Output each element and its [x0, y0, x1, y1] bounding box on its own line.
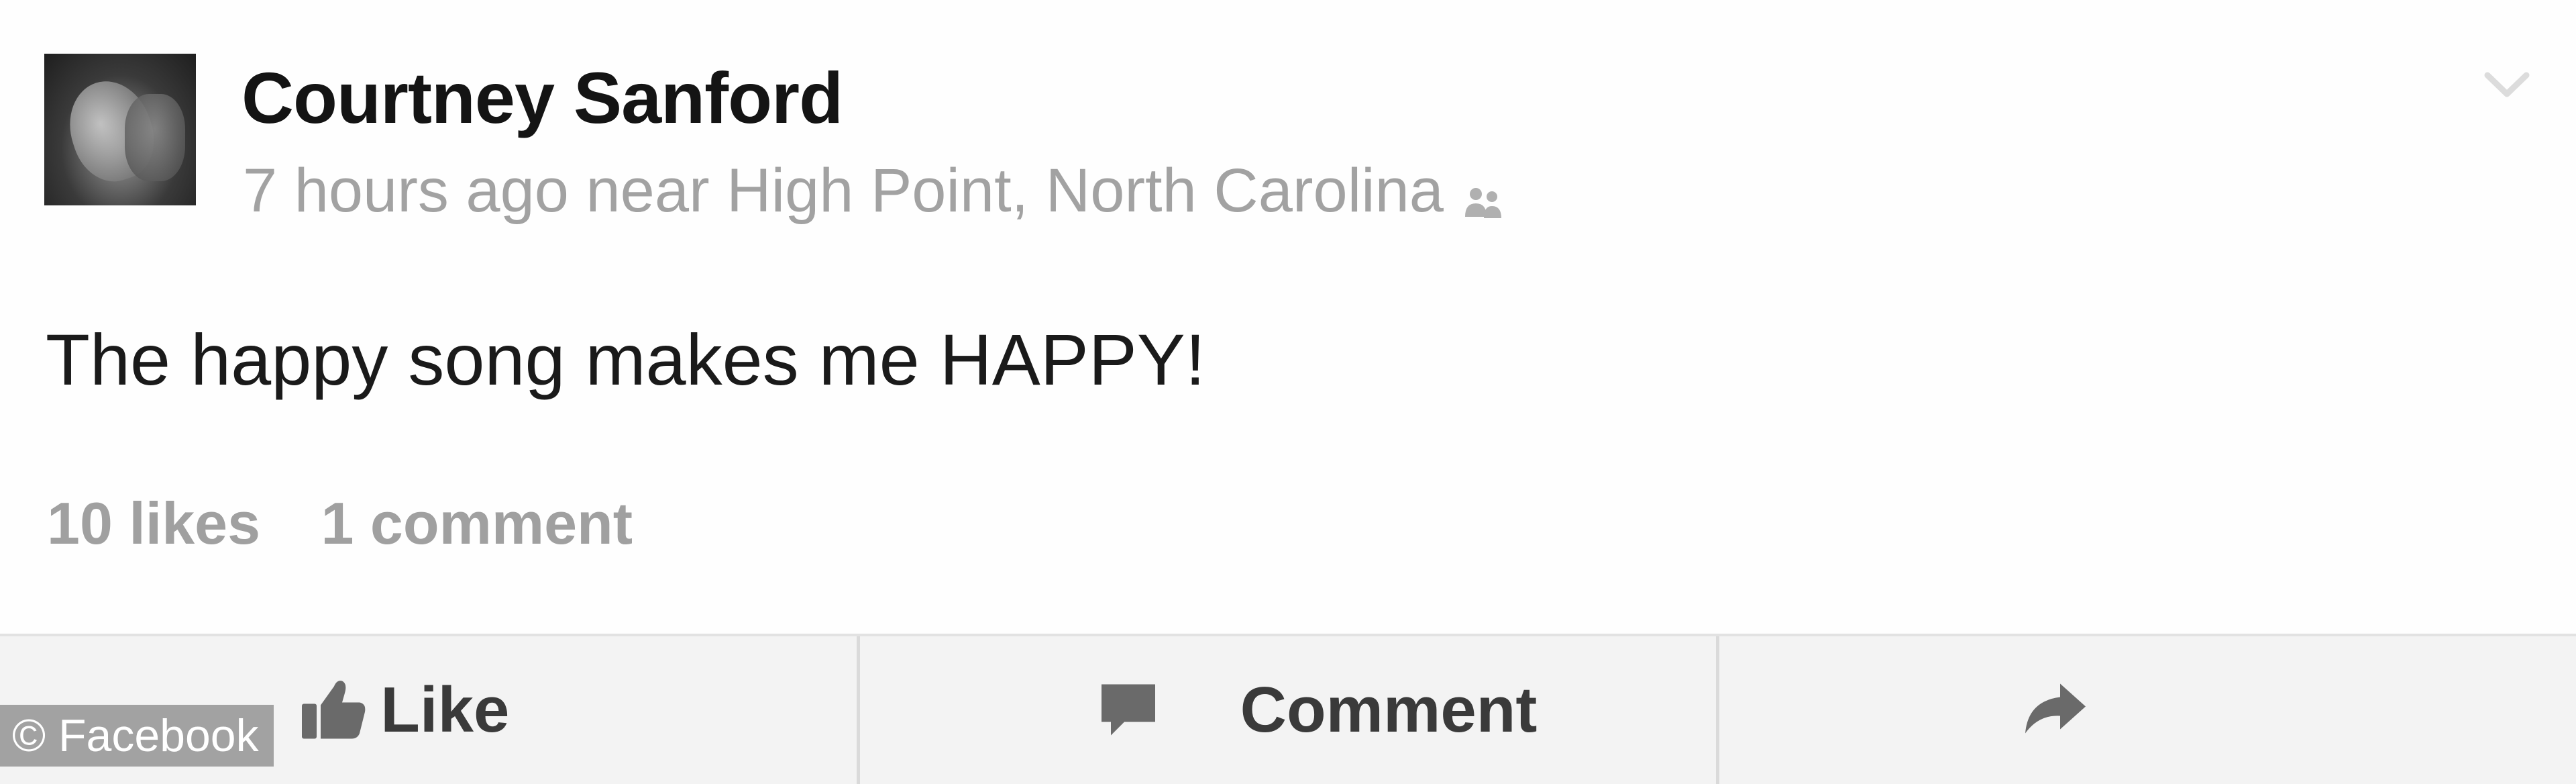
post-meta-text[interactable]: 7 hours ago near High Point, North Carol… [243, 160, 1444, 222]
comment-label: Comment [1240, 674, 1538, 746]
facebook-post-card: Courtney Sanford 7 hours ago near High P… [0, 0, 2576, 784]
avatar[interactable] [44, 54, 196, 205]
likes-count[interactable]: 10 likes [47, 490, 260, 556]
comments-count[interactable]: 1 comment [321, 490, 633, 556]
engagement-counts: 10 likes 1 comment [47, 494, 633, 553]
watermark: © Facebook [0, 705, 274, 767]
post-meta: 7 hours ago near High Point, North Carol… [243, 160, 1508, 222]
friends-icon[interactable] [1461, 170, 1508, 218]
share-button[interactable] [1716, 636, 2576, 784]
speech-bubble-icon [1095, 675, 1162, 746]
share-arrow-icon [2021, 679, 2088, 742]
comment-button[interactable]: Comment [856, 636, 1717, 784]
post-status-text: The happy song makes me HAPPY! [46, 319, 1205, 400]
action-bar: Like Comment [0, 634, 2576, 784]
avatar-photo-hand [125, 94, 185, 181]
thumbs-up-icon [295, 672, 369, 749]
like-label: Like [380, 674, 510, 746]
author-name[interactable]: Courtney Sanford [241, 62, 843, 134]
chevron-down-icon[interactable] [2483, 70, 2530, 99]
